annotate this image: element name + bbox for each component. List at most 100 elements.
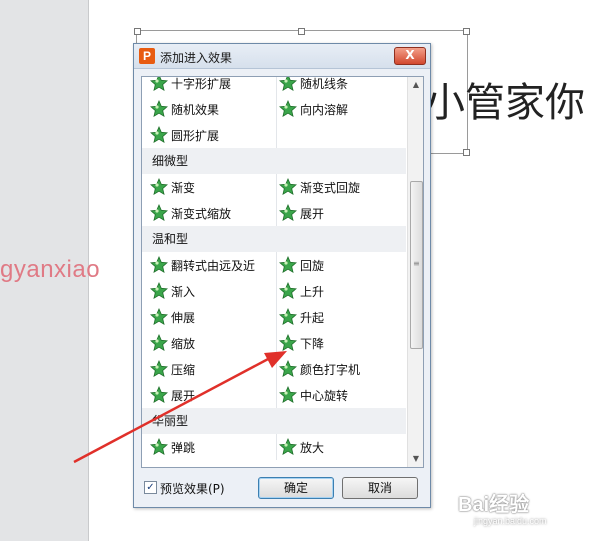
scroll-down-arrow-icon[interactable]: ▼: [408, 451, 423, 467]
effect-row: 圆形扩展: [142, 122, 406, 148]
entrance-effect-star-icon: [150, 178, 168, 196]
effect-item-label: 下降: [300, 336, 325, 351]
dialog-footer: ✓ 预览效果(P) 确定 取消: [134, 474, 430, 506]
effect-row: 渐变 渐变式回旋: [142, 174, 406, 200]
effect-item[interactable]: 随机线条: [279, 76, 406, 96]
effect-item-label: 随机效果: [171, 102, 220, 117]
effect-row: 压缩 颜色打字机: [142, 356, 406, 382]
effect-row: 翻转式由远及近 回旋: [142, 252, 406, 278]
effect-row: 伸展 升起: [142, 304, 406, 330]
preview-label[interactable]: 预览效果(P): [160, 480, 225, 497]
effect-row: 渐入 上升: [142, 278, 406, 304]
effect-category-header: 华丽型: [142, 408, 406, 434]
effect-item[interactable]: 下降: [279, 330, 406, 356]
add-entrance-effect-dialog: P 添加进入效果 X 十字形扩展 随机线条 随机效果 向内溶解 圆形扩展 细微型 渐变 渐变式…: [133, 43, 431, 508]
effect-item-label: 圆形扩展: [171, 128, 220, 143]
dialog-title: 添加进入效果: [160, 51, 233, 65]
effect-item[interactable]: 展开: [150, 382, 277, 408]
effect-item-label: 翻转式由远及近: [171, 258, 256, 273]
vertical-scrollbar[interactable]: ▲ ≡ ▼: [407, 77, 423, 467]
effect-item[interactable]: 中心旋转: [279, 382, 406, 408]
effect-item-label: 随机线条: [300, 76, 349, 91]
entrance-effect-star-icon: [279, 308, 297, 326]
preview-checkbox[interactable]: ✓: [144, 481, 157, 494]
entrance-effect-star-icon: [150, 308, 168, 326]
effect-category-header: 温和型: [142, 226, 406, 252]
entrance-effect-star-icon: [150, 100, 168, 118]
effect-item-label: 放大: [300, 440, 325, 455]
app-logo-icon: P: [139, 48, 155, 64]
effect-item[interactable]: 上升: [279, 278, 406, 304]
effect-item[interactable]: 圆形扩展: [150, 122, 277, 148]
scrollbar-thumb[interactable]: ≡: [410, 181, 423, 349]
grip-icon: ≡: [413, 259, 420, 268]
entrance-effect-star-icon: [279, 77, 297, 92]
entrance-effect-star-icon: [150, 386, 168, 404]
effect-category-header: 细微型: [142, 148, 406, 174]
entrance-effect-star-icon: [279, 100, 297, 118]
scroll-up-arrow-icon[interactable]: ▲: [408, 77, 423, 93]
effect-item-label: 颜色打字机: [300, 362, 361, 377]
effect-item-label: 中心旋转: [300, 388, 349, 403]
entrance-effect-star-icon: [279, 256, 297, 274]
cancel-button[interactable]: 取消: [342, 477, 418, 499]
effect-item[interactable]: 弹跳: [150, 434, 277, 460]
entrance-effect-star-icon: [150, 360, 168, 378]
effect-item-label: 展开: [171, 388, 196, 403]
effect-item[interactable]: 展开: [279, 200, 406, 226]
entrance-effect-star-icon: [150, 77, 168, 92]
resize-handle[interactable]: [134, 28, 141, 35]
effect-item-label: 渐变式缩放: [171, 206, 232, 221]
entrance-effect-star-icon: [279, 282, 297, 300]
effect-item-label: 弹跳: [171, 440, 196, 455]
dialog-titlebar[interactable]: P 添加进入效果 X: [134, 44, 430, 69]
effect-item-label: 展开: [300, 206, 325, 221]
entrance-effect-star-icon: [150, 282, 168, 300]
resize-handle[interactable]: [463, 28, 470, 35]
effect-item[interactable]: 伸展: [150, 304, 277, 330]
effect-item[interactable]: 渐变式缩放: [150, 200, 277, 226]
effect-row: 展开 中心旋转: [142, 382, 406, 408]
effect-item-label: 伸展: [171, 310, 196, 325]
effect-item-label: 向内溶解: [300, 102, 349, 117]
effect-item[interactable]: 渐变: [150, 174, 277, 200]
effect-item[interactable]: 渐入: [150, 278, 277, 304]
effect-list: 十字形扩展 随机线条 随机效果 向内溶解 圆形扩展 细微型 渐变 渐变式回旋 渐变式缩放 展开 温和…: [141, 76, 424, 468]
effect-item-label: 缩放: [171, 336, 196, 351]
resize-handle[interactable]: [298, 28, 305, 35]
effect-item[interactable]: 随机效果: [150, 96, 277, 122]
effect-item-label: 回旋: [300, 258, 325, 273]
effect-item[interactable]: 渐变式回旋: [279, 174, 406, 200]
effect-item[interactable]: 缩放: [150, 330, 277, 356]
entrance-effect-star-icon: [150, 126, 168, 144]
effect-item-label: 渐入: [171, 284, 196, 299]
close-button[interactable]: X: [394, 47, 426, 65]
resize-handle[interactable]: [463, 149, 470, 156]
effect-row: 渐变式缩放 展开: [142, 200, 406, 226]
entrance-effect-star-icon: [150, 438, 168, 456]
effect-item[interactable]: 回旋: [279, 252, 406, 278]
effect-item[interactable]: 压缩: [150, 356, 277, 382]
effect-item[interactable]: 向内溶解: [279, 96, 406, 122]
effect-item[interactable]: 放大: [279, 434, 406, 460]
ok-button[interactable]: 确定: [258, 477, 334, 499]
entrance-effect-star-icon: [279, 438, 297, 456]
effect-item[interactable]: 十字形扩展: [150, 76, 277, 96]
effect-item-label: 渐变: [171, 180, 196, 195]
effect-item[interactable]: 升起: [279, 304, 406, 330]
effect-item-label: 压缩: [171, 362, 196, 377]
effect-item-label: 渐变式回旋: [300, 180, 361, 195]
effect-item[interactable]: 翻转式由远及近: [150, 252, 277, 278]
effect-row: 十字形扩展 随机线条: [142, 76, 406, 96]
entrance-effect-star-icon: [279, 204, 297, 222]
entrance-effect-star-icon: [150, 256, 168, 274]
entrance-effect-star-icon: [150, 204, 168, 222]
effect-row: 缩放 下降: [142, 330, 406, 356]
effect-item-label: 升起: [300, 310, 325, 325]
entrance-effect-star-icon: [279, 386, 297, 404]
slide-title-text: 小管家你: [425, 80, 585, 126]
effect-item[interactable]: 颜色打字机: [279, 356, 406, 382]
effect-item-label: 十字形扩展: [171, 76, 232, 91]
effect-row: 弹跳 放大: [142, 434, 406, 460]
baidu-watermark: Bai经验: [458, 494, 530, 516]
